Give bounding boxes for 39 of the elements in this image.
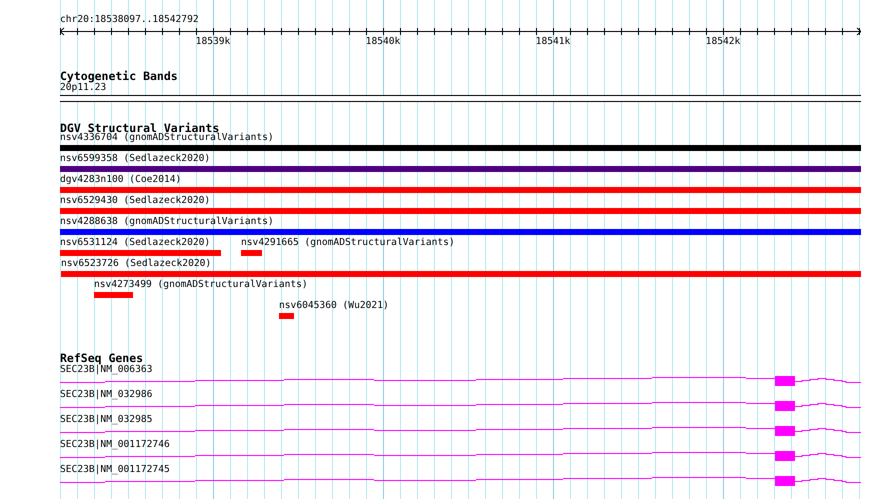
variant-label[interactable]: nsv6523726 (Sedlazeck2020) <box>61 258 212 270</box>
variant-label[interactable]: nsv6529430 (Sedlazeck2020) <box>60 195 210 207</box>
variant-label[interactable]: nsv4336704 (gnomADStructuralVariants) <box>60 132 274 144</box>
gene-model-drawing[interactable] <box>60 375 861 387</box>
tick-label: 18539k <box>196 36 230 48</box>
variant-bar[interactable] <box>60 166 861 172</box>
variant-label[interactable]: nsv6045360 (Wu2021) <box>279 300 389 312</box>
variant-bar[interactable] <box>60 229 861 235</box>
band-label: 20p11.23 <box>60 82 106 94</box>
gene-model-drawing[interactable] <box>60 400 861 412</box>
gene-model-drawing[interactable] <box>60 425 861 437</box>
tick-label: 18542k <box>706 36 740 48</box>
gene-model-drawing[interactable] <box>60 475 861 487</box>
variant-label[interactable]: nsv4273499 (gnomADStructuralVariants) <box>94 279 308 291</box>
variant-bar[interactable] <box>60 145 861 151</box>
gene-label[interactable]: SEC23B|NM_006363 <box>60 364 152 376</box>
tick-label: 18540k <box>366 36 400 48</box>
variant-label[interactable]: nsv6531124 (Sedlazeck2020) <box>60 237 210 249</box>
variant-bar[interactable] <box>60 208 861 214</box>
variant-label[interactable]: dgv4283n100 (Coe2014) <box>60 174 182 186</box>
variant-bar[interactable] <box>60 187 861 193</box>
track-title: DGV Structural Variants <box>60 122 220 134</box>
variant-label[interactable]: nsv4291665 (gnomADStructuralVariants) <box>241 237 455 249</box>
variant-label[interactable]: nsv4288638 (gnomADStructuralVariants) <box>60 216 274 228</box>
variant-bar[interactable] <box>60 250 221 256</box>
gene-label[interactable]: SEC23B|NM_001172745 <box>60 464 170 476</box>
location-label: chr20:18538097..18542792 <box>60 14 199 26</box>
gene-label[interactable]: SEC23B|NM_001172746 <box>60 439 170 451</box>
tick-label: 18541k <box>536 36 570 48</box>
variant-bar[interactable] <box>241 250 262 256</box>
variant-bar[interactable] <box>61 271 861 277</box>
gene-label[interactable]: SEC23B|NM_032986 <box>60 389 152 401</box>
variant-bar[interactable] <box>94 292 133 298</box>
track-title: RefSeq Genes <box>60 352 144 364</box>
variant-label[interactable]: nsv6599358 (Sedlazeck2020) <box>60 153 210 165</box>
track-title: Cytogenetic Bands <box>60 70 178 82</box>
variant-bar[interactable] <box>279 313 294 319</box>
gene-label[interactable]: SEC23B|NM_032985 <box>60 414 152 426</box>
gene-model-drawing[interactable] <box>60 450 861 462</box>
